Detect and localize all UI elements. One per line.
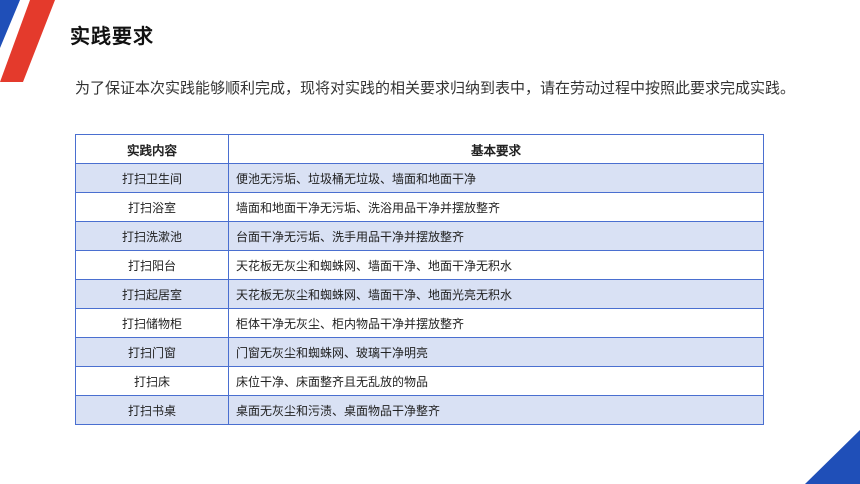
- cell-content: 打扫起居室: [75, 279, 229, 309]
- table-row: 打扫阳台 天花板无灰尘和蜘蛛网、墙面干净、地面干净无积水: [75, 250, 764, 280]
- table-row: 打扫储物柜 柜体干净无灰尘、柜内物品干净并摆放整齐: [75, 308, 764, 338]
- table-row: 打扫洗漱池 台面干净无污垢、洗手用品干净并摆放整齐: [75, 221, 764, 251]
- cell-requirement: 天花板无灰尘和蜘蛛网、墙面干净、地面光亮无积水: [228, 279, 764, 309]
- table-header-row: 实践内容 基本要求: [75, 134, 764, 164]
- table-row: 打扫卫生间 便池无污垢、垃圾桶无垃圾、墙面和地面干净: [75, 163, 764, 193]
- cell-content: 打扫浴室: [75, 192, 229, 222]
- header-requirement: 基本要求: [228, 134, 764, 164]
- cell-content: 打扫门窗: [75, 337, 229, 367]
- cell-requirement: 柜体干净无灰尘、柜内物品干净并摆放整齐: [228, 308, 764, 338]
- cell-requirement: 墙面和地面干净无污垢、洗浴用品干净并摆放整齐: [228, 192, 764, 222]
- blue-corner: [805, 430, 860, 484]
- cell-content: 打扫阳台: [75, 250, 229, 280]
- cell-content: 打扫洗漱池: [75, 221, 229, 251]
- cell-requirement: 床位干净、床面整齐且无乱放的物品: [228, 366, 764, 396]
- bottom-right-corner: [805, 430, 860, 484]
- cell-requirement: 台面干净无污垢、洗手用品干净并摆放整齐: [228, 221, 764, 251]
- cell-content: 打扫书桌: [75, 395, 229, 425]
- cell-content: 打扫储物柜: [75, 308, 229, 338]
- cell-requirement: 桌面无灰尘和污渍、桌面物品干净整齐: [228, 395, 764, 425]
- intro-paragraph: 为了保证本次实践能够顺利完成，现将对实践的相关要求归纳到表中，请在劳动过程中按照…: [75, 79, 796, 97]
- table-row: 打扫门窗 门窗无灰尘和蜘蛛网、玻璃干净明亮: [75, 337, 764, 367]
- table-row: 打扫书桌 桌面无灰尘和污渍、桌面物品干净整齐: [75, 395, 764, 425]
- cell-content: 打扫卫生间: [75, 163, 229, 193]
- header-content: 实践内容: [75, 134, 229, 164]
- top-left-stripes: [0, 0, 55, 82]
- cell-requirement: 便池无污垢、垃圾桶无垃圾、墙面和地面干净: [228, 163, 764, 193]
- table-row: 打扫浴室 墙面和地面干净无污垢、洗浴用品干净并摆放整齐: [75, 192, 764, 222]
- page-title: 实践要求: [70, 24, 154, 48]
- requirements-table: 实践内容 基本要求 打扫卫生间 便池无污垢、垃圾桶无垃圾、墙面和地面干净 打扫浴…: [75, 134, 764, 425]
- cell-content: 打扫床: [75, 366, 229, 396]
- cell-requirement: 门窗无灰尘和蜘蛛网、玻璃干净明亮: [228, 337, 764, 367]
- cell-requirement: 天花板无灰尘和蜘蛛网、墙面干净、地面干净无积水: [228, 250, 764, 280]
- table-row: 打扫床 床位干净、床面整齐且无乱放的物品: [75, 366, 764, 396]
- table-row: 打扫起居室 天花板无灰尘和蜘蛛网、墙面干净、地面光亮无积水: [75, 279, 764, 309]
